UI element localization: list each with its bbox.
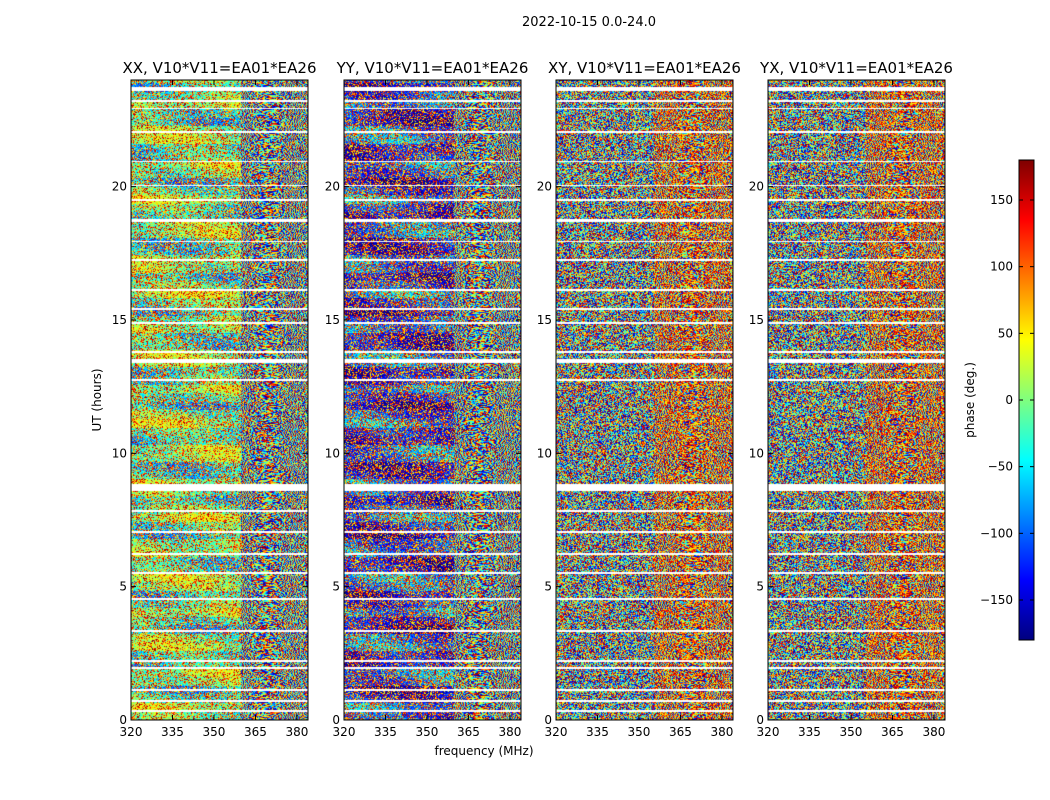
y-tick-label: 5 xyxy=(756,580,764,594)
colorbar-tick-label: −50 xyxy=(988,460,1013,474)
phase-heatmap xyxy=(131,80,308,720)
panel-1: XX, V10*V11=EA01*EA26 320 335 350 365 380 0 5 10… xyxy=(90,59,317,739)
y-axis-label: UT (hours) xyxy=(90,368,104,431)
phase-heatmap xyxy=(344,80,521,720)
x-axis-label: frequency (MHz) xyxy=(434,744,533,758)
x-tick-label: 380 xyxy=(710,725,733,739)
y-tick-label: 20 xyxy=(112,180,127,194)
panel-title: YX, V10*V11=EA01*EA26 xyxy=(759,59,953,77)
y-tick-label: 5 xyxy=(119,580,127,594)
x-tick-label: 335 xyxy=(374,725,397,739)
y-tick-label: 0 xyxy=(332,713,340,727)
panel-title: XX, V10*V11=EA01*EA26 xyxy=(122,59,316,77)
x-tick-label: 365 xyxy=(457,725,480,739)
x-tick-label: 320 xyxy=(757,725,780,739)
x-tick-label: 365 xyxy=(881,725,904,739)
x-tick-label: 320 xyxy=(333,725,356,739)
x-tick-label: 350 xyxy=(203,725,226,739)
x-tick-label: 380 xyxy=(922,725,945,739)
colorbar-tick-label: 50 xyxy=(998,326,1013,340)
y-tick-label: 5 xyxy=(332,580,340,594)
y-tick-label: 10 xyxy=(325,446,340,460)
panels: XX, V10*V11=EA01*EA26 320 335 350 365 380 0 5 10… xyxy=(90,59,953,758)
y-tick-label: 0 xyxy=(119,713,127,727)
y-tick-label: 15 xyxy=(325,313,340,327)
colorbar-tick-label: 0 xyxy=(1005,393,1013,407)
x-tick-label: 350 xyxy=(416,725,439,739)
phase-heatmap xyxy=(768,80,945,720)
y-tick-label: 10 xyxy=(537,446,552,460)
y-tick-label: 15 xyxy=(537,313,552,327)
y-tick-label: 10 xyxy=(749,446,764,460)
x-tick-label: 380 xyxy=(498,725,521,739)
y-tick-label: 20 xyxy=(325,180,340,194)
panel-4: YX, V10*V11=EA01*EA26 320 335 350 365 380 0 5 10… xyxy=(749,59,953,739)
figure: 2022-10-15 0.0-24.0 XX, V10*V11=EA01*EA2… xyxy=(90,15,1035,758)
panel-3: XY, V10*V11=EA01*EA26 320 335 350 365 380 0 5 10… xyxy=(537,59,741,739)
x-tick-label: 335 xyxy=(586,725,609,739)
y-tick-label: 20 xyxy=(537,180,552,194)
x-tick-label: 380 xyxy=(285,725,308,739)
colorbar-label: phase (deg.) xyxy=(963,362,977,438)
panel-2: YY, V10*V11=EA01*EA26 320 335 350 365 380 0 5 10… xyxy=(325,59,534,758)
colorbar-tick-label: −100 xyxy=(980,526,1013,540)
x-tick-label: 365 xyxy=(669,725,692,739)
x-tick-label: 335 xyxy=(161,725,184,739)
panel-title: XY, V10*V11=EA01*EA26 xyxy=(548,59,741,77)
y-tick-label: 5 xyxy=(544,580,552,594)
x-tick-label: 320 xyxy=(545,725,568,739)
x-tick-label: 365 xyxy=(244,725,267,739)
x-tick-label: 350 xyxy=(840,725,863,739)
x-tick-label: 320 xyxy=(120,725,143,739)
y-tick-label: 15 xyxy=(749,313,764,327)
y-tick-label: 15 xyxy=(112,313,127,327)
x-tick-label: 350 xyxy=(628,725,651,739)
colorbar-tick-label: 150 xyxy=(990,193,1013,207)
colorbar: 150 100 50 0 −50 −100 −150 phase (deg.) xyxy=(963,159,1035,641)
phase-heatmap xyxy=(556,80,733,720)
y-tick-label: 10 xyxy=(112,446,127,460)
colorbar-tick-label: −150 xyxy=(980,593,1013,607)
y-tick-label: 0 xyxy=(544,713,552,727)
y-tick-label: 20 xyxy=(749,180,764,194)
colorbar-tick-label: 100 xyxy=(990,260,1013,274)
panel-title: YY, V10*V11=EA01*EA26 xyxy=(336,59,529,77)
figure-title: 2022-10-15 0.0-24.0 xyxy=(522,15,656,30)
x-tick-label: 335 xyxy=(798,725,821,739)
y-tick-label: 0 xyxy=(756,713,764,727)
